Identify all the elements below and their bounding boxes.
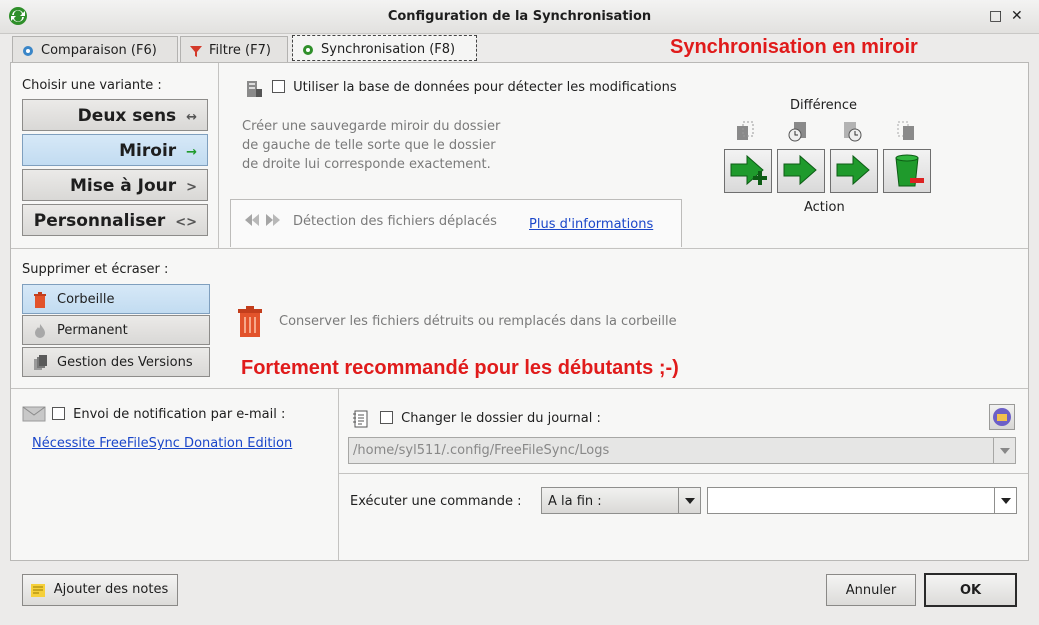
tab-filter[interactable]: Filtre (F7) xyxy=(180,36,288,62)
maximize-button[interactable]: □ xyxy=(989,8,1002,24)
command-timing-value: A la fin : xyxy=(548,494,602,509)
deletion-recycle-bin-button[interactable]: Corbeille xyxy=(22,284,210,314)
variant-update-button[interactable]: Mise à Jour > xyxy=(22,169,208,201)
variant-heading: Choisir une variante : xyxy=(22,78,162,93)
add-notes-label: Ajouter des notes xyxy=(53,582,169,597)
log-folder-option[interactable]: Changer le dossier du journal : xyxy=(380,411,601,426)
variant-label: Deux sens xyxy=(77,106,177,126)
variant-label: Personnaliser xyxy=(33,211,166,231)
right-arrow-icon: → xyxy=(186,145,197,160)
divider xyxy=(11,388,1028,389)
right-newer-file-icon xyxy=(844,122,862,142)
variant-description: Créer une sauvegarde miroir du dossier d… xyxy=(242,119,501,172)
deletion-heading: Supprimer et écraser : xyxy=(22,262,169,277)
command-dropdown[interactable] xyxy=(994,488,1016,513)
tab-label: Filtre (F7) xyxy=(209,43,271,58)
mirror-annotation: Synchronisation en miroir xyxy=(670,36,918,58)
deletion-label: Permanent xyxy=(57,323,128,338)
command-label: Exécuter une commande : xyxy=(350,494,522,509)
left-newer-file-icon xyxy=(788,122,806,142)
moved-files-label: Détection des fichiers déplacés xyxy=(293,214,497,229)
notes-icon xyxy=(31,584,45,597)
green-arrow-right-icon xyxy=(783,154,817,186)
difference-label: Différence xyxy=(790,98,858,113)
database-icon xyxy=(247,81,262,97)
recommend-annotation: Fortement recommandé pour les débutants … xyxy=(241,357,679,379)
trash-icon xyxy=(34,292,46,308)
more-info-link[interactable]: Plus d'informations xyxy=(529,217,653,232)
deletion-permanent-button[interactable]: Permanent xyxy=(22,315,210,345)
variant-two-way-button[interactable]: Deux sens ↔ xyxy=(22,99,208,131)
moved-files-icon xyxy=(245,214,280,226)
divider xyxy=(338,389,339,560)
deletion-label: Gestion des Versions xyxy=(57,355,193,370)
recycle-bin-large-icon xyxy=(238,306,262,337)
variant-label: Mise à Jour xyxy=(69,176,177,196)
database-option[interactable]: Utiliser la base de données pour détecte… xyxy=(272,80,677,95)
ok-button[interactable]: OK xyxy=(924,573,1017,607)
variant-label: Miroir xyxy=(119,141,177,161)
browse-folder-button[interactable] xyxy=(989,404,1015,430)
variant-mirror-button[interactable]: Miroir → xyxy=(22,134,208,166)
email-label: Envoi de notification par e-mail : xyxy=(73,407,286,422)
tab-comparison[interactable]: Comparaison (F6) xyxy=(12,36,178,62)
chevron-down-icon xyxy=(1000,497,1011,504)
deletion-label: Corbeille xyxy=(57,292,115,307)
command-timing-dropdown[interactable] xyxy=(678,488,700,513)
email-icon xyxy=(22,406,46,422)
chevron-down-icon xyxy=(684,497,695,504)
title-bar[interactable]: Configuration de la Synchronisation □ ✕ xyxy=(0,0,1039,34)
log-folder-path-input[interactable]: /home/syl511/.config/FreeFileSync/Logs xyxy=(348,437,1016,464)
two-way-arrow-icon: ↔ xyxy=(186,110,197,125)
versions-icon xyxy=(34,355,47,370)
database-label: Utiliser la base de données pour détecte… xyxy=(293,80,677,95)
left-only-file-icon xyxy=(737,121,754,140)
action-overwrite-right-newer-button[interactable] xyxy=(830,149,878,193)
deletion-info: Conserver les fichiers détruits ou rempl… xyxy=(279,314,677,329)
donation-edition-link[interactable]: Nécessite FreeFileSync Donation Edition xyxy=(32,436,292,451)
green-trash-minus-icon xyxy=(895,154,924,187)
command-input[interactable] xyxy=(707,487,1017,514)
email-option[interactable]: Envoi de notification par e-mail : xyxy=(52,407,285,422)
email-checkbox[interactable] xyxy=(52,407,65,420)
action-create-right-button[interactable] xyxy=(724,149,772,193)
variant-custom-button[interactable]: Personnaliser <> xyxy=(22,204,208,236)
green-arrow-right-icon xyxy=(836,154,870,186)
divider xyxy=(339,473,1028,474)
add-notes-button[interactable]: Ajouter des notes xyxy=(22,574,178,606)
window-title: Configuration de la Synchronisation xyxy=(387,9,652,24)
log-folder-label: Changer le dossier du journal : xyxy=(401,411,601,426)
action-delete-right-button[interactable] xyxy=(883,149,931,193)
gear-icon xyxy=(303,45,313,55)
tab-label: Comparaison (F6) xyxy=(41,43,157,58)
divider xyxy=(11,248,1028,249)
gear-icon xyxy=(23,46,33,56)
tab-label: Synchronisation (F8) xyxy=(321,42,456,57)
fire-icon xyxy=(35,324,45,338)
chevron-right-icon: > xyxy=(186,180,197,195)
log-folder-path: /home/syl511/.config/FreeFileSync/Logs xyxy=(353,443,610,458)
log-folder-dropdown[interactable] xyxy=(993,438,1015,463)
log-folder-checkbox[interactable] xyxy=(380,411,393,424)
tab-synchronization[interactable]: Synchronisation (F8) xyxy=(292,35,477,61)
folder-browse-icon xyxy=(993,408,1011,426)
database-checkbox[interactable] xyxy=(272,80,285,93)
filter-icon xyxy=(190,46,202,57)
log-file-icon xyxy=(353,410,368,428)
action-overwrite-right-button[interactable] xyxy=(777,149,825,193)
cancel-button[interactable]: Annuler xyxy=(826,574,916,606)
green-arrow-plus-icon xyxy=(730,154,767,186)
close-button[interactable]: ✕ xyxy=(1011,8,1023,24)
action-label: Action xyxy=(804,200,845,215)
deletion-versioning-button[interactable]: Gestion des Versions xyxy=(22,347,210,377)
chevron-down-icon xyxy=(999,447,1010,454)
chevrons-icon: <> xyxy=(175,215,197,230)
divider xyxy=(218,63,219,248)
command-timing-select[interactable]: A la fin : xyxy=(541,487,701,514)
right-only-file-icon xyxy=(897,121,914,140)
